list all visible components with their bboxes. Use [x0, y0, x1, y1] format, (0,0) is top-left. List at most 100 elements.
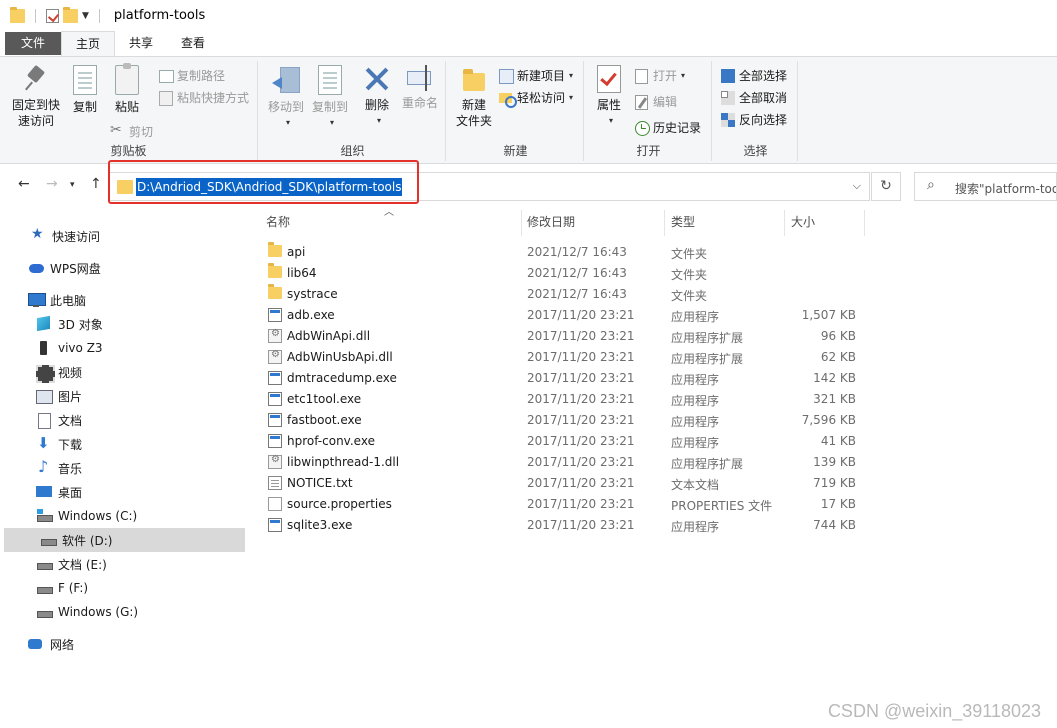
address-history-chevron-down-icon[interactable]: ⌵ — [853, 179, 861, 193]
sidebar-item-label: 图片 — [58, 389, 83, 404]
tab-share[interactable]: 共享 — [115, 31, 167, 56]
picture-icon — [36, 389, 53, 404]
file-row[interactable]: fastboot.exe 2017/11/20 23:21 应用程序 7,596… — [262, 410, 862, 431]
paste-button[interactable]: 粘贴 — [110, 63, 144, 115]
new-folder-button[interactable]: 新建 文件夹 — [452, 65, 496, 129]
tab-view[interactable]: 查看 — [167, 31, 219, 56]
copy-path-button[interactable]: 复制路径 — [158, 65, 225, 85]
file-row[interactable]: api 2021/12/7 16:43 文件夹 — [262, 242, 862, 263]
file-row[interactable]: NOTICE.txt 2017/11/20 23:21 文本文档 719 KB — [262, 473, 862, 494]
column-header-name[interactable]: 名称 — [266, 210, 290, 234]
copy-button[interactable]: 复制 — [68, 65, 102, 115]
forward-arrow-icon[interactable]: → — [46, 176, 58, 192]
customize-toolbar-chevron-down-icon[interactable]: ▼ — [82, 11, 89, 21]
column-header-type[interactable]: 类型 — [671, 210, 695, 234]
file-row[interactable]: adb.exe 2017/11/20 23:21 应用程序 1,507 KB — [262, 305, 862, 326]
watermark: CSDN @weixin_39118023 — [827, 701, 1041, 721]
new-item-label: 新建项目 — [517, 68, 566, 83]
copy-to-icon — [318, 65, 342, 95]
file-date: 2017/11/20 23:21 — [527, 308, 635, 322]
column-header-date[interactable]: 修改日期 — [527, 210, 575, 234]
refresh-button[interactable]: ↻ — [871, 172, 901, 201]
file-name: systrace — [287, 287, 338, 301]
sidebar-item-drive-f[interactable]: F (F:) — [0, 576, 246, 600]
sidebar-item-music[interactable]: 音乐 — [0, 456, 246, 480]
executable-icon — [268, 413, 282, 427]
executable-icon — [268, 518, 282, 532]
file-row[interactable]: hprof-conv.exe 2017/11/20 23:21 应用程序 41 … — [262, 431, 862, 452]
file-row[interactable]: etc1tool.exe 2017/11/20 23:21 应用程序 321 K… — [262, 389, 862, 410]
sidebar-item-3d-objects[interactable]: 3D 对象 — [0, 312, 246, 336]
file-row[interactable]: sqlite3.exe 2017/11/20 23:21 应用程序 744 KB — [262, 515, 862, 536]
executable-icon — [268, 392, 282, 406]
delete-button[interactable]: 删除 ▾ — [360, 65, 394, 129]
sidebar-item-drive-d[interactable]: 软件 (D:) — [4, 528, 245, 552]
cut-button[interactable]: 剪切 — [110, 121, 153, 141]
chevron-down-icon: ▾ — [681, 70, 686, 80]
file-row[interactable]: systrace 2021/12/7 16:43 文件夹 — [262, 284, 862, 305]
properties-button[interactable]: 属性 ▾ — [592, 65, 626, 129]
sidebar-item-network[interactable]: 网络 — [0, 632, 246, 656]
column-divider[interactable] — [664, 210, 665, 236]
sidebar-item-pictures[interactable]: 图片 — [0, 384, 246, 408]
open-button[interactable]: 打开 ▾ — [634, 65, 685, 85]
network-icon — [28, 637, 44, 651]
back-arrow-icon[interactable]: ← — [18, 176, 30, 192]
select-none-button[interactable]: 全部取消 — [720, 87, 787, 107]
copy-to-button[interactable]: 复制到 ▾ — [308, 65, 352, 131]
sidebar-item-drive-g[interactable]: Windows (G:) — [0, 600, 246, 624]
file-row[interactable]: dmtracedump.exe 2017/11/20 23:21 应用程序 14… — [262, 368, 862, 389]
invert-selection-button[interactable]: 反向选择 — [720, 109, 787, 129]
search-box[interactable]: ⌕ 搜索"platform-tools" — [914, 172, 1057, 201]
tab-home[interactable]: 主页 — [61, 31, 116, 56]
sidebar-item-videos[interactable]: 视频 — [0, 360, 246, 384]
column-divider[interactable] — [521, 210, 522, 236]
new-item-icon — [498, 68, 514, 84]
sidebar-item-this-pc[interactable]: 此电脑 — [0, 288, 246, 312]
sidebar-item-drive-e[interactable]: 文档 (E:) — [0, 552, 246, 576]
select-all-icon — [720, 68, 735, 83]
file-date: 2017/11/20 23:21 — [527, 392, 635, 406]
pin-to-quick-access-button[interactable]: 固定到快 速访问 — [8, 65, 64, 129]
column-header-size[interactable]: 大小 — [791, 210, 815, 234]
sidebar-item-drive-c[interactable]: Windows (C:) — [0, 504, 246, 528]
delete-label: 删除 — [364, 98, 389, 112]
sidebar-item-quick-access[interactable]: 快速访问 — [0, 224, 246, 248]
select-group-label: 选择 — [743, 144, 768, 158]
tab-file[interactable]: 文件 — [5, 32, 62, 55]
select-none-icon — [720, 90, 735, 105]
sidebar-item-desktop[interactable]: 桌面 — [0, 480, 246, 504]
file-row[interactable]: AdbWinUsbApi.dll 2017/11/20 23:21 应用程序扩展… — [262, 347, 862, 368]
edit-button[interactable]: 编辑 — [634, 91, 677, 111]
select-all-button[interactable]: 全部选择 — [720, 65, 787, 85]
easy-access-button[interactable]: 轻松访问 ▾ — [498, 87, 573, 108]
file-name: NOTICE.txt — [287, 476, 353, 490]
column-divider[interactable] — [784, 210, 785, 236]
new-item-button[interactable]: 新建项目 ▾ — [498, 65, 573, 85]
sidebar-item-label: 文档 — [58, 413, 83, 428]
rename-button[interactable]: 重命名 — [398, 65, 442, 111]
sidebar-item-downloads[interactable]: 下载 — [0, 432, 246, 456]
properties-check-icon[interactable] — [46, 8, 59, 23]
history-button[interactable]: 历史记录 — [634, 117, 701, 137]
file-name: source.properties — [287, 497, 392, 511]
recent-locations-chevron-down-icon[interactable]: ▾ — [70, 180, 75, 190]
file-row[interactable]: lib64 2021/12/7 16:43 文件夹 — [262, 263, 862, 284]
file-row[interactable]: libwinpthread-1.dll 2017/11/20 23:21 应用程… — [262, 452, 862, 473]
move-to-button[interactable]: 移动到 ▾ — [264, 65, 308, 131]
sidebar-item-label: 3D 对象 — [58, 317, 103, 332]
file-row[interactable]: source.properties 2017/11/20 23:21 PROPE… — [262, 494, 862, 515]
sidebar-item-documents[interactable]: 文档 — [0, 408, 246, 432]
sidebar-item-phone[interactable]: vivo Z3 — [0, 336, 246, 360]
new-folder-icon[interactable] — [63, 6, 78, 23]
up-arrow-icon[interactable]: ↑ — [90, 176, 102, 192]
copy-label: 复制 — [72, 100, 97, 114]
file-name: etc1tool.exe — [287, 392, 362, 406]
paste-shortcut-button[interactable]: 粘贴快捷方式 — [158, 87, 249, 107]
file-row[interactable]: AdbWinApi.dll 2017/11/20 23:21 应用程序扩展 96… — [262, 326, 862, 347]
quick-access-toolbar: ▼ — [10, 6, 106, 23]
sidebar-item-wps-drive[interactable]: WPS网盘 — [0, 256, 246, 280]
file-type: 应用程序 — [671, 415, 720, 429]
new-folder-icon — [461, 65, 487, 93]
column-divider[interactable] — [864, 210, 865, 236]
